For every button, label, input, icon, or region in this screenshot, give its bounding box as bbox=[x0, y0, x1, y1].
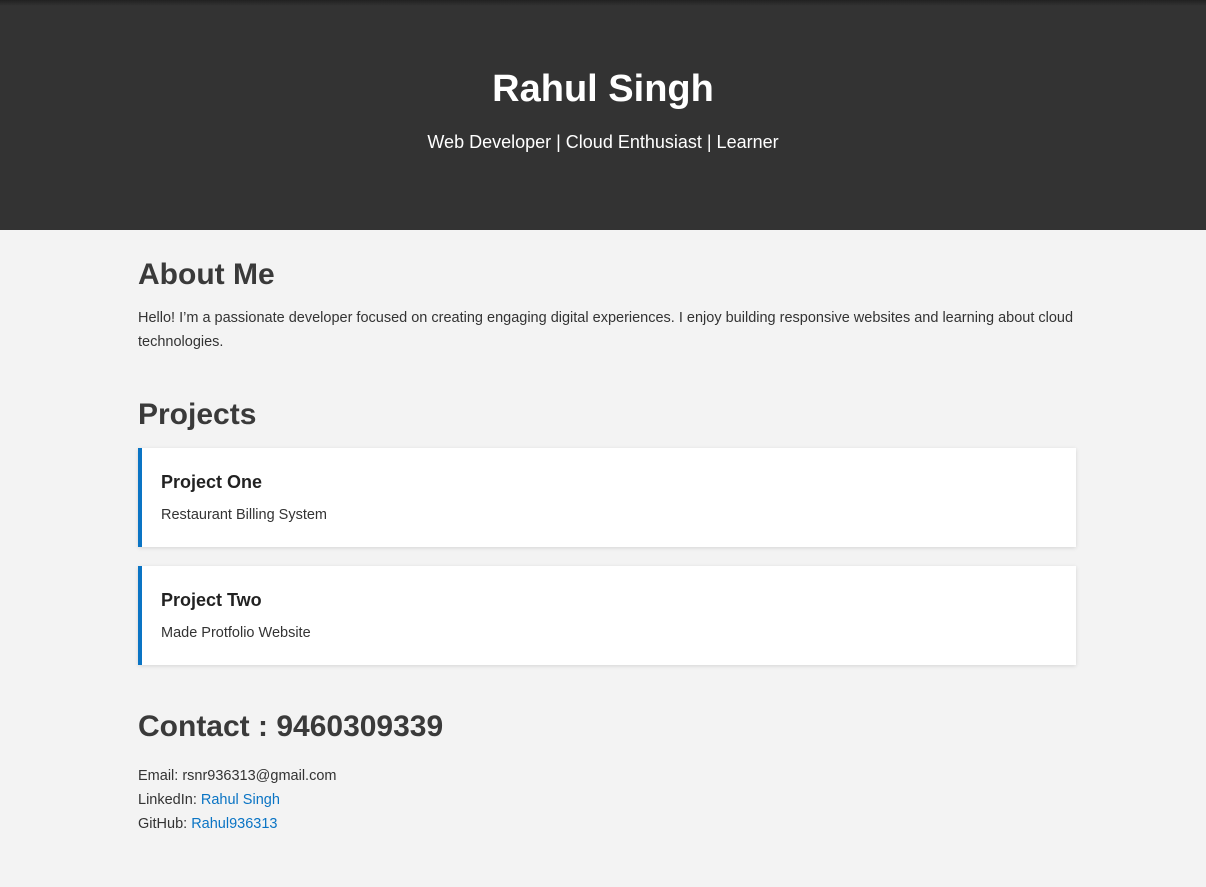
contact-details: Email: rsnr936313@gmail.com LinkedIn: Ra… bbox=[138, 764, 1076, 836]
project-card: Project Two Made Protfolio Website bbox=[138, 566, 1076, 665]
linkedin-line: LinkedIn: Rahul Singh bbox=[138, 788, 1076, 812]
tagline: Web Developer | Cloud Enthusiast | Learn… bbox=[427, 132, 779, 152]
email-label: Email: bbox=[138, 768, 179, 784]
projects-heading: Projects bbox=[138, 398, 257, 431]
github-link[interactable]: Rahul936313 bbox=[191, 816, 277, 832]
project-title: Project One bbox=[161, 472, 263, 492]
about-heading: About Me bbox=[138, 258, 275, 291]
project-description: Restaurant Billing System bbox=[161, 507, 328, 523]
linkedin-link[interactable]: Rahul Singh bbox=[201, 792, 280, 808]
email-value: rsnr936313@gmail.com bbox=[182, 768, 337, 784]
github-line: GitHub: Rahul936313 bbox=[138, 812, 1076, 836]
github-label: GitHub: bbox=[138, 816, 188, 832]
hero-header: Rahul Singh Web Developer | Cloud Enthus… bbox=[0, 0, 1206, 230]
project-description: Made Protfolio Website bbox=[161, 625, 311, 641]
contact-heading: Contact : 9460309339 bbox=[138, 710, 444, 743]
about-section: About Me Hello! I’m a passionate develop… bbox=[138, 256, 1076, 354]
main-content: About Me Hello! I’m a passionate develop… bbox=[138, 256, 1076, 836]
header-shadow bbox=[0, 0, 1206, 6]
contact-section: Contact : 9460309339 Email: rsnr936313@g… bbox=[138, 708, 1076, 836]
linkedin-label: LinkedIn: bbox=[138, 792, 197, 808]
projects-section: Projects Project One Restaurant Billing … bbox=[138, 396, 1076, 665]
project-title: Project Two bbox=[161, 590, 262, 610]
about-text: Hello! I’m a passionate developer focuse… bbox=[138, 310, 1074, 350]
email-line: Email: rsnr936313@gmail.com bbox=[138, 764, 1076, 788]
project-card: Project One Restaurant Billing System bbox=[138, 448, 1076, 547]
page-title: Rahul Singh bbox=[492, 68, 714, 110]
